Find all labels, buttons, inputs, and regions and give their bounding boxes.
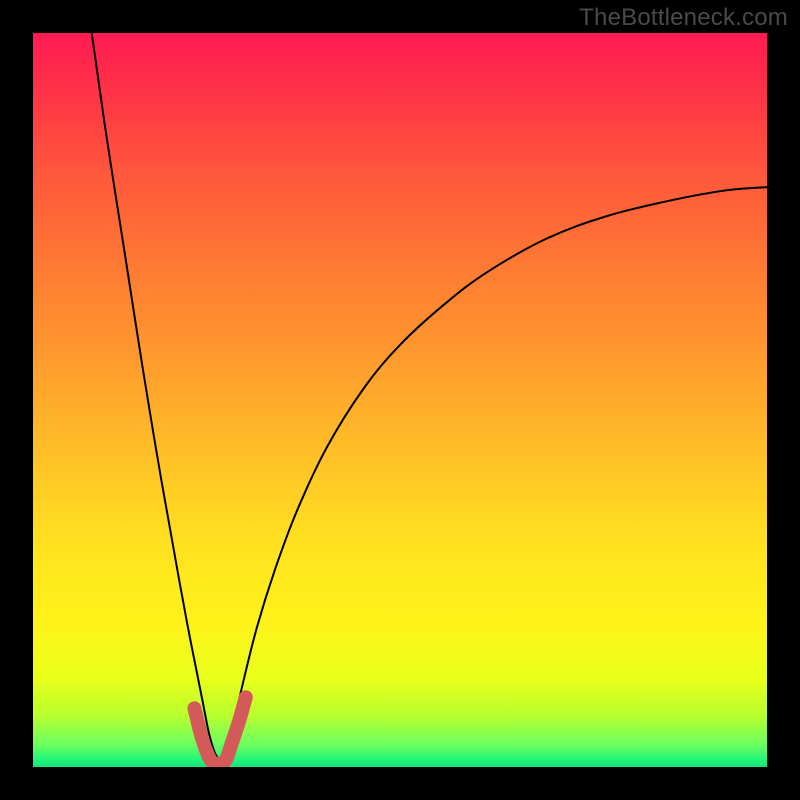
watermark-text: TheBottleneck.com: [579, 4, 788, 32]
plot-area: [33, 33, 767, 767]
curve-highlight: [194, 697, 245, 764]
chart-svg: [33, 33, 767, 767]
curve-main: [92, 33, 767, 759]
chart-frame: TheBottleneck.com: [0, 0, 800, 800]
